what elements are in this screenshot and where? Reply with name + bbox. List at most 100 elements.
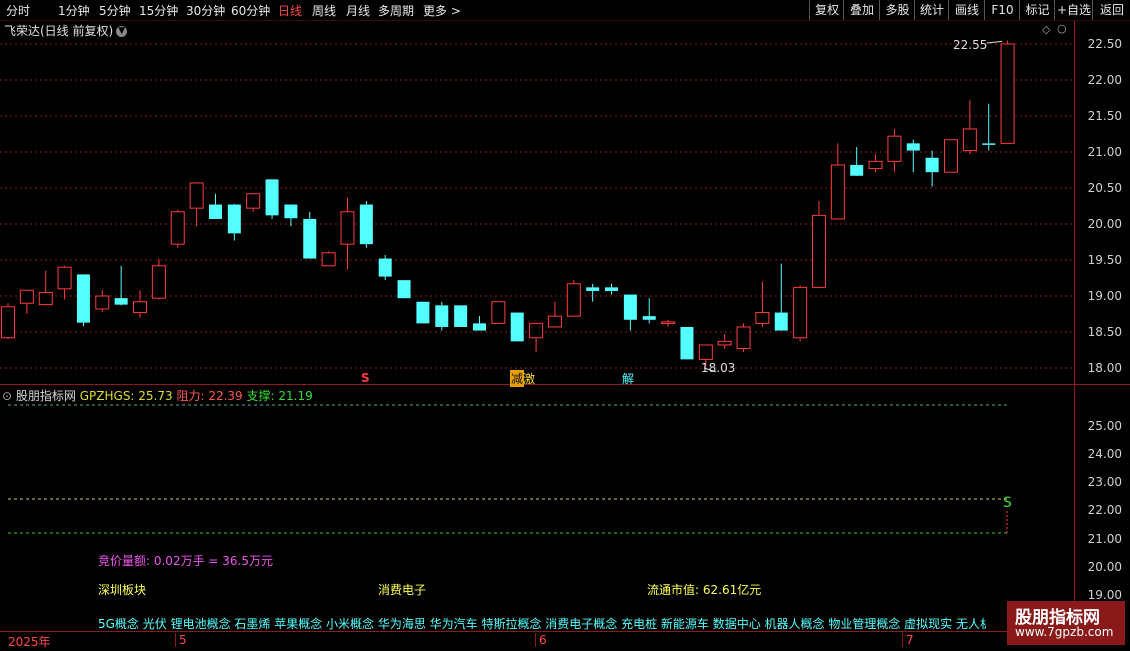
candle-body — [340, 211, 355, 245]
candle[interactable] — [303, 211, 317, 259]
price-tick: 22.50 — [1087, 37, 1122, 51]
candle[interactable] — [57, 265, 72, 300]
candle[interactable] — [491, 301, 506, 324]
high-pointer — [986, 40, 1003, 44]
candle[interactable] — [189, 182, 204, 227]
tab-monthly[interactable]: 月线 — [346, 2, 370, 19]
candle[interactable] — [340, 197, 355, 270]
candle[interactable] — [1000, 40, 1015, 144]
add-watchlist-button[interactable]: +自选 — [1054, 0, 1093, 20]
candle[interactable] — [321, 251, 336, 267]
indicator-tick: 24.00 — [1087, 447, 1122, 461]
candle-body — [208, 204, 222, 219]
candle[interactable] — [227, 203, 241, 241]
overlay-button[interactable]: 叠加 — [843, 0, 880, 20]
candle[interactable] — [547, 301, 562, 328]
candle[interactable] — [38, 270, 53, 306]
tab-5min[interactable]: 5分钟 — [99, 2, 131, 19]
candle[interactable] — [906, 139, 920, 173]
candle[interactable] — [811, 200, 826, 288]
indicator-tick: 21.00 — [1087, 532, 1122, 546]
candle[interactable] — [605, 283, 619, 295]
candle[interactable] — [397, 280, 411, 299]
candle-body — [717, 340, 732, 346]
candle[interactable] — [642, 298, 656, 324]
candle[interactable] — [151, 258, 166, 300]
candle[interactable] — [378, 254, 392, 281]
candle[interactable] — [717, 334, 732, 349]
tab-daily[interactable]: 日线 — [278, 2, 302, 19]
price-tick: 19.00 — [1087, 289, 1122, 303]
candle-body — [76, 274, 90, 323]
date-tick: 2025年 — [8, 635, 51, 649]
candle-body — [661, 321, 676, 324]
candle[interactable] — [925, 150, 939, 187]
candle[interactable] — [359, 200, 373, 248]
candle[interactable] — [830, 143, 845, 220]
mark-button[interactable]: 标记 — [1019, 0, 1055, 20]
candle[interactable] — [793, 285, 808, 342]
candle-body — [378, 258, 392, 277]
candle[interactable] — [982, 103, 996, 151]
candle[interactable] — [566, 280, 581, 317]
candle-body — [566, 283, 581, 317]
candle[interactable] — [661, 319, 676, 327]
back-button[interactable]: 返回 — [1092, 0, 1130, 20]
fuquan-button[interactable]: 复权 — [809, 0, 844, 20]
candle[interactable] — [133, 290, 148, 318]
tab-30min[interactable]: 30分钟 — [186, 2, 225, 19]
candle[interactable] — [284, 204, 298, 227]
candle[interactable] — [95, 290, 110, 312]
candle[interactable] — [868, 154, 883, 173]
candle-body — [133, 301, 148, 314]
candle[interactable] — [1, 303, 15, 340]
candle[interactable] — [529, 322, 544, 353]
tab-more[interactable]: 更多 > — [423, 2, 461, 19]
statistics-button[interactable]: 统计 — [914, 0, 949, 20]
candle[interactable] — [850, 146, 864, 176]
candle[interactable] — [586, 283, 600, 302]
candle-body — [529, 322, 544, 339]
tab-15min[interactable]: 15分钟 — [139, 2, 178, 19]
candle[interactable] — [435, 301, 449, 331]
tab-fenshi[interactable]: 分时 — [6, 2, 30, 19]
candle[interactable] — [736, 323, 751, 353]
candle-body — [1, 306, 15, 339]
site-watermark: 股朋指标网 www.7gpzb.com — [1007, 601, 1125, 645]
date-tick: 5 — [175, 633, 187, 647]
watermark-url: www.7gpzb.com — [1015, 625, 1114, 639]
candle[interactable] — [510, 312, 524, 342]
price-tick: 19.50 — [1087, 253, 1122, 267]
candle[interactable] — [170, 209, 185, 248]
candle[interactable] — [208, 193, 222, 219]
market-cap-label: 流通市值: 62.61亿元 — [647, 583, 762, 597]
candle[interactable] — [454, 305, 468, 327]
candle[interactable] — [944, 139, 958, 173]
candle-body — [303, 218, 317, 259]
draw-line-button[interactable]: 画线 — [948, 0, 985, 20]
candle[interactable] — [774, 263, 788, 331]
candle[interactable] — [623, 294, 637, 331]
tab-60min[interactable]: 60分钟 — [231, 2, 270, 19]
candle[interactable] — [887, 128, 902, 173]
tab-1min[interactable]: 1分钟 — [58, 2, 90, 19]
candle[interactable] — [680, 326, 694, 360]
candle[interactable] — [755, 281, 770, 327]
candle-body — [868, 160, 883, 170]
candle[interactable] — [416, 301, 430, 324]
price-axis-divider — [1074, 21, 1075, 631]
candle-body — [623, 294, 637, 320]
candle[interactable] — [246, 193, 261, 212]
f10-button[interactable]: F10 — [984, 0, 1020, 20]
candle[interactable] — [19, 289, 34, 314]
tab-weekly[interactable]: 周线 — [312, 2, 336, 19]
multi-stock-button[interactable]: 多股 — [879, 0, 915, 20]
candle[interactable] — [265, 179, 279, 219]
tab-multi-period[interactable]: 多周期 — [378, 2, 414, 19]
candle[interactable] — [114, 265, 128, 306]
candle[interactable] — [962, 100, 977, 155]
candle[interactable] — [76, 274, 90, 327]
candle-body — [265, 179, 279, 216]
candle[interactable] — [473, 316, 486, 331]
candlestick-chart[interactable] — [0, 21, 1074, 385]
